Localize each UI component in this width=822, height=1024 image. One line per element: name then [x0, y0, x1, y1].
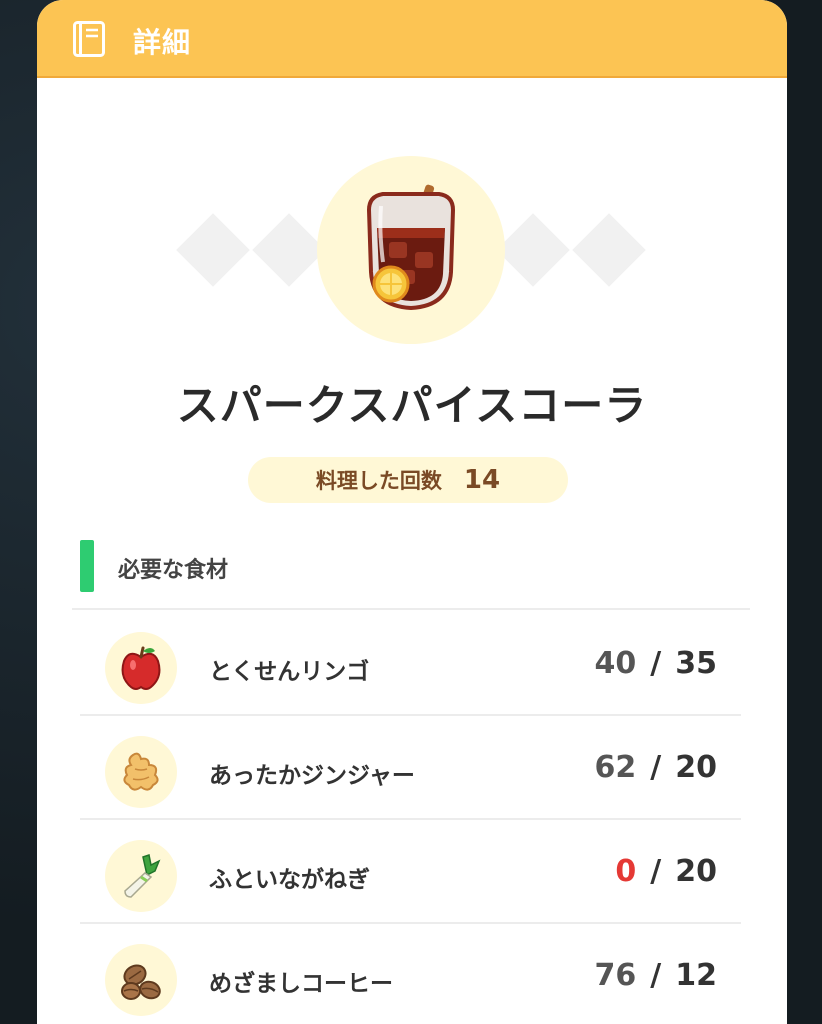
panel-title: 詳細	[133, 26, 192, 59]
ingredients-section-title: 必要な食材	[118, 558, 229, 583]
quantity-separator: /	[650, 854, 662, 889]
ingredient-icon-backdrop	[105, 632, 177, 704]
detail-panel: 詳細 スパークスパイスコーラ 料理した回数 14 必要な食材 とくせんリンゴ 4…	[37, 0, 787, 1024]
section-divider	[72, 608, 750, 610]
quantity-owned: 0	[615, 854, 637, 889]
decor-diamond	[572, 213, 646, 287]
ingredient-icon-backdrop	[105, 944, 177, 1016]
decor-diamond	[252, 213, 326, 287]
section-accent-bar	[80, 540, 94, 592]
quantity-required: 20	[675, 750, 717, 785]
quantity-required: 12	[675, 958, 717, 993]
book-icon	[73, 21, 105, 57]
ingredient-quantity: 62 / 20	[595, 750, 717, 785]
ingredient-icon-backdrop	[105, 736, 177, 808]
apple-icon	[121, 646, 161, 690]
ingredient-name: とくせんリンゴ	[209, 659, 370, 685]
dish-hero	[37, 150, 787, 350]
quantity-required: 35	[675, 646, 717, 681]
times-cooked-pill: 料理した回数 14	[248, 457, 568, 503]
ingredient-quantity: 0 / 20	[615, 854, 717, 889]
decor-diamond	[496, 213, 570, 287]
quantity-separator: /	[650, 958, 662, 993]
times-cooked-value: 14	[463, 465, 501, 495]
ingredient-row[interactable]: ふといながねぎ 0 / 20	[80, 820, 741, 924]
ingredient-name: あったかジンジャー	[209, 763, 415, 789]
panel-header: 詳細	[37, 0, 787, 78]
ingredient-list: とくせんリンゴ 40 / 35 あったかジンジャー 62 / 20 ふといながね…	[37, 612, 787, 1024]
ingredient-row[interactable]: あったかジンジャー 62 / 20	[80, 716, 741, 820]
ginger-icon	[123, 752, 159, 791]
ingredient-name: めざましコーヒー	[209, 971, 393, 997]
ingredient-row[interactable]: とくせんリンゴ 40 / 35	[80, 612, 741, 716]
leek-icon	[124, 854, 161, 898]
ingredient-quantity: 40 / 35	[595, 646, 717, 681]
dish-name: スパークスパイスコーラ	[176, 381, 648, 430]
ingredient-row[interactable]: めざましコーヒー 76 / 12	[80, 924, 741, 1024]
spiced-cola-glass-icon	[366, 184, 456, 311]
quantity-separator: /	[650, 646, 662, 681]
quantity-owned: 40	[594, 646, 637, 681]
quantity-owned: 76	[594, 958, 637, 993]
ingredient-icon-backdrop	[105, 840, 177, 912]
quantity-separator: /	[650, 750, 662, 785]
ingredient-quantity: 76 / 12	[595, 958, 717, 993]
quantity-owned: 62	[594, 750, 637, 785]
quantity-required: 20	[675, 854, 717, 889]
times-cooked-label: 料理した回数	[315, 469, 442, 493]
coffee-beans-icon	[121, 964, 161, 1000]
ingredient-name: ふといながねぎ	[209, 867, 370, 893]
decor-diamond	[176, 213, 250, 287]
